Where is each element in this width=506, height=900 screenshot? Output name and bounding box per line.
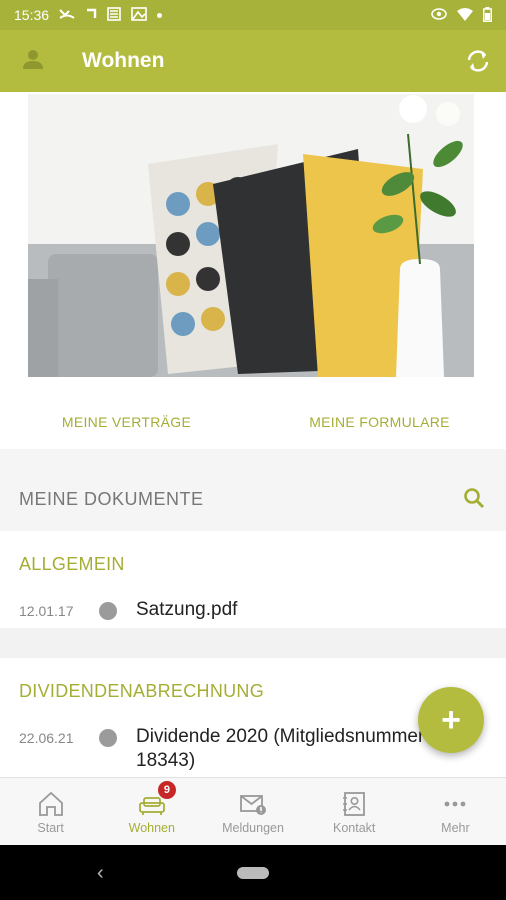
app-bar: Wohnen	[0, 30, 506, 92]
hero-links: MEINE VERTRÄGE MEINE FORMULARE	[0, 414, 506, 430]
more-dots-icon	[440, 790, 470, 818]
profile-icon[interactable]	[22, 48, 44, 70]
eye-icon	[431, 8, 447, 22]
main-content[interactable]: MEINE VERTRÄGE MEINE FORMULARE MEINE DOK…	[0, 92, 506, 777]
battery-icon	[483, 6, 492, 24]
nav-item-mehr[interactable]: Mehr	[405, 778, 506, 845]
system-navigation-bar: ‹	[0, 845, 506, 900]
home-icon	[36, 790, 66, 818]
home-pill[interactable]	[237, 867, 269, 879]
nav-label: Meldungen	[222, 821, 284, 835]
contact-book-icon	[339, 790, 369, 818]
status-bar: 15:36	[0, 0, 506, 30]
list-item[interactable]: 12.01.17 Satzung.pdf	[0, 595, 506, 628]
documents-header: MEINE DOKUMENTE	[0, 449, 506, 531]
bottom-navigation: Start 9 Wohnen Meldungen Kontakt Mehr	[0, 777, 506, 845]
notification-badge: 9	[157, 781, 176, 799]
add-button[interactable]: +	[418, 687, 484, 753]
nav-label: Wohnen	[128, 821, 175, 835]
section-divider	[0, 628, 506, 658]
back-icon[interactable]: ‹	[97, 862, 104, 885]
my-contracts-link[interactable]: MEINE VERTRÄGE	[0, 414, 253, 430]
nav-item-wohnen[interactable]: 9 Wohnen	[101, 778, 202, 845]
section-title: ALLGEMEIN	[19, 554, 125, 574]
document-date: 12.01.17	[19, 603, 74, 619]
wifi-icon	[457, 7, 473, 23]
call-forward-icon	[85, 8, 97, 22]
nav-item-meldungen[interactable]: Meldungen	[202, 778, 303, 845]
mail-alert-icon	[238, 790, 268, 818]
more-notifications-dot	[157, 12, 163, 18]
living-room-image	[28, 94, 474, 377]
plus-icon: +	[441, 700, 461, 739]
my-forms-link[interactable]: MEINE FORMULARE	[253, 414, 506, 430]
nav-label: Kontakt	[333, 821, 376, 835]
documents-title: MEINE DOKUMENTE	[19, 489, 204, 509]
image-notification-icon	[131, 7, 147, 23]
nav-item-start[interactable]: Start	[0, 778, 101, 845]
missed-call-icon	[59, 8, 75, 22]
app-notification-icon	[107, 7, 121, 23]
status-time: 15:36	[14, 7, 50, 23]
section-title: DIVIDENDENABRECHNUNG	[19, 681, 265, 701]
document-date: 22.06.21	[19, 730, 74, 746]
document-name: Dividende 2020 (Mitgliedsnummer 18343)	[136, 726, 425, 771]
page-title: Wohnen	[82, 49, 165, 72]
nav-item-kontakt[interactable]: Kontakt	[304, 778, 405, 845]
nav-label: Start	[37, 821, 64, 835]
search-icon[interactable]	[462, 486, 486, 510]
status-dot	[99, 729, 117, 747]
document-section: ALLGEMEIN 12.01.17 Satzung.pdf	[0, 531, 506, 628]
hero-card: MEINE VERTRÄGE MEINE FORMULARE	[0, 92, 506, 449]
nav-label: Mehr	[441, 821, 470, 835]
document-name: Satzung.pdf	[136, 599, 238, 620]
sync-icon[interactable]	[464, 47, 492, 75]
status-dot	[99, 602, 117, 620]
